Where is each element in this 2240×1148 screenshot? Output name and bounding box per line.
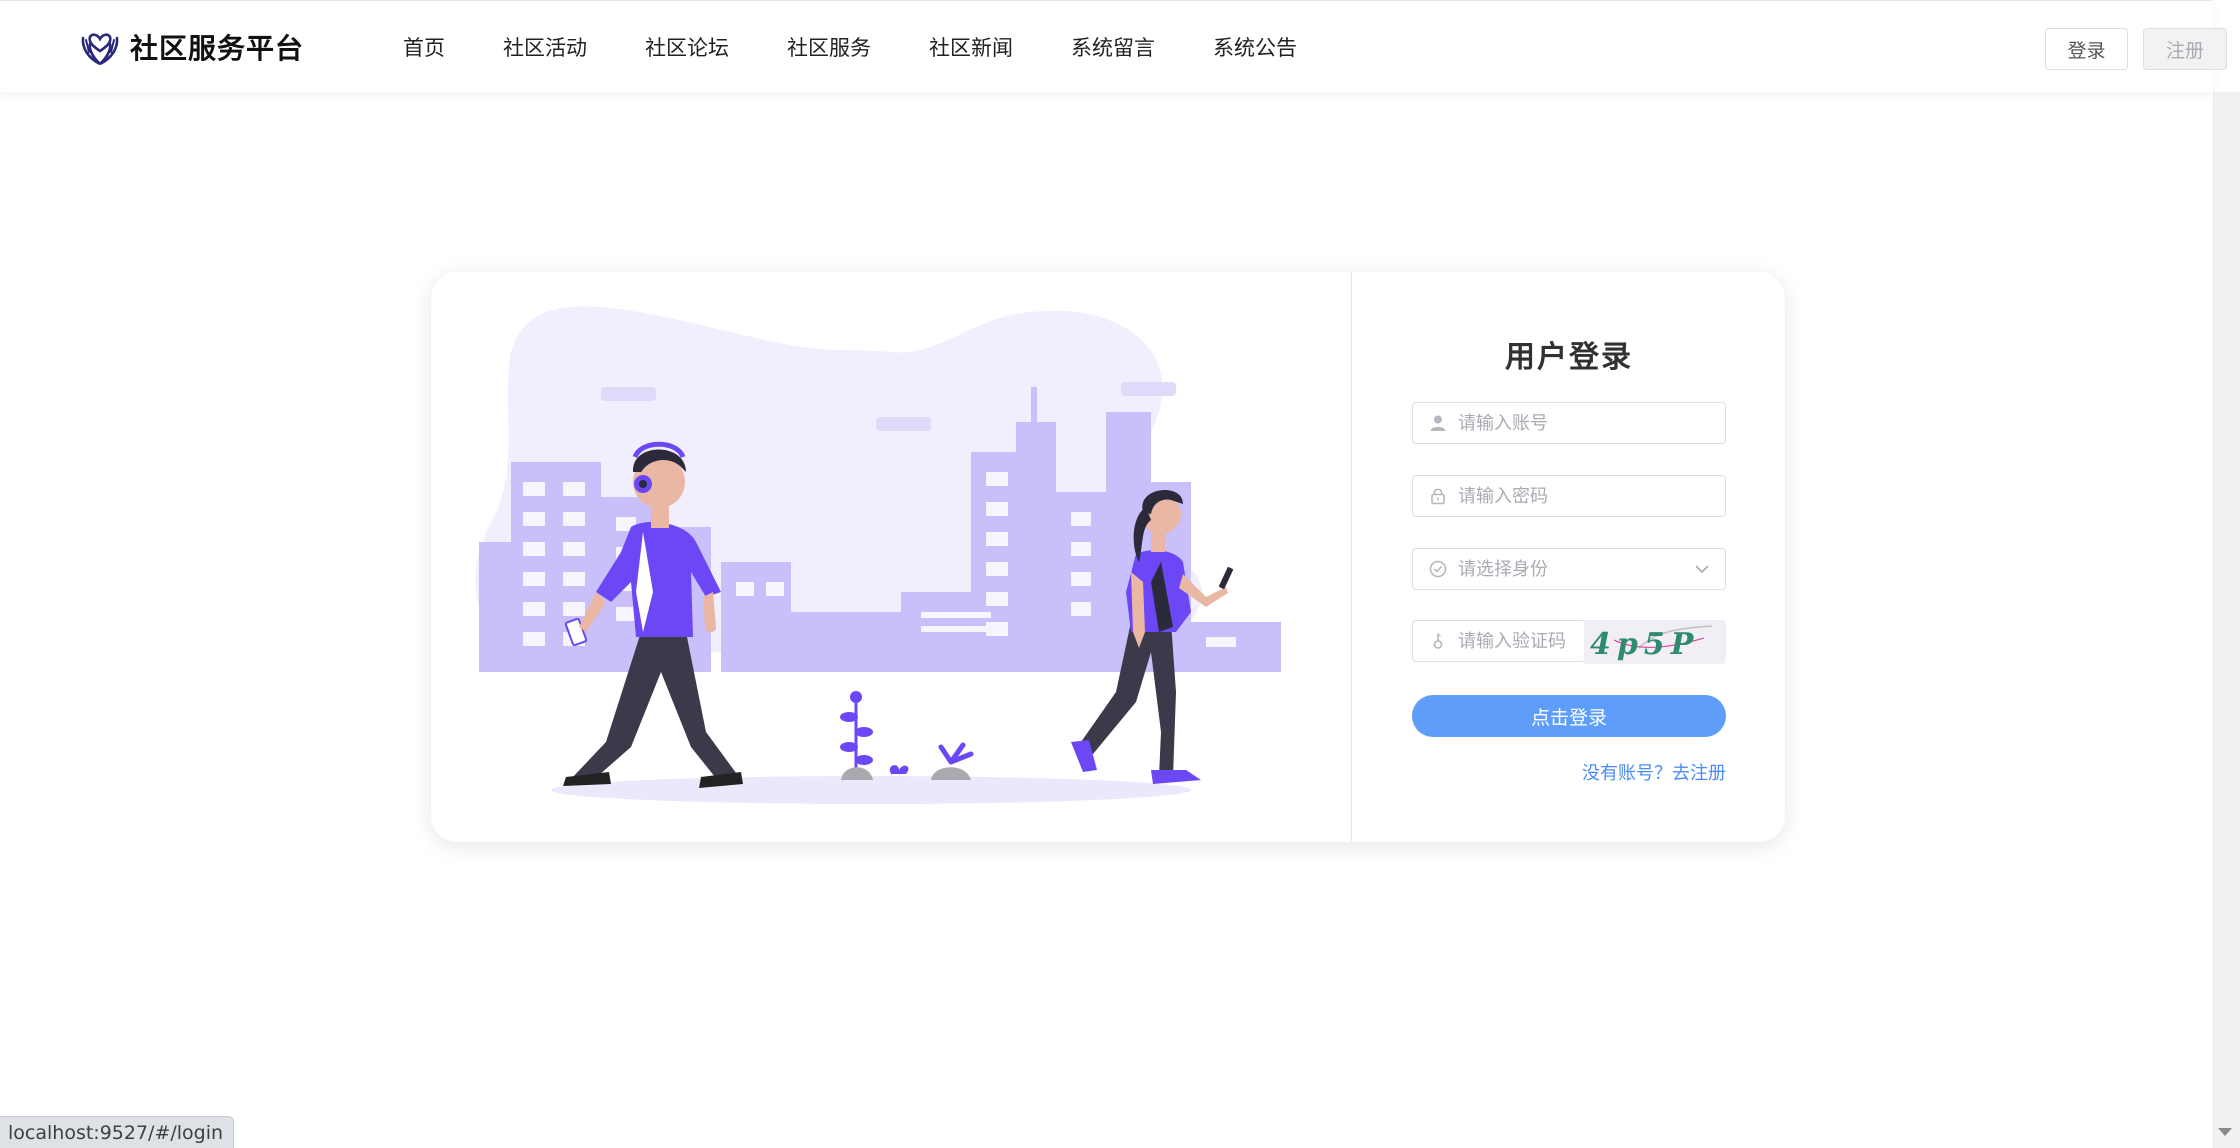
password-input[interactable] bbox=[1458, 485, 1725, 507]
header-register-button[interactable]: 注册 bbox=[2143, 28, 2227, 70]
role-select[interactable] bbox=[1412, 548, 1726, 590]
login-form: 用户登录 请输入账号 请选择身份 请输入验证码 4p5P 点击登录 没有账号？去… bbox=[1412, 272, 1726, 842]
page-scrollbar[interactable] bbox=[2213, 92, 2240, 1148]
top-navbar: 社区服务平台 首页 社区活动 社区论坛 社区服务 社区新闻 系统留言 系统公告 … bbox=[0, 0, 2227, 93]
role-select-input[interactable] bbox=[1458, 558, 1693, 580]
scroll-down-arrow-icon[interactable] bbox=[2218, 1128, 2232, 1136]
key-icon bbox=[1433, 633, 1443, 649]
nav-item-forum[interactable]: 社区论坛 bbox=[645, 32, 729, 62]
main-nav: 首页 社区活动 社区论坛 社区服务 社区新闻 系统留言 系统公告 bbox=[403, 1, 1355, 93]
lock-icon bbox=[1431, 488, 1445, 505]
captcha-image[interactable]: 4p5P bbox=[1584, 620, 1726, 664]
header-login-button[interactable]: 登录 bbox=[2045, 28, 2128, 70]
chevron-down-icon[interactable] bbox=[1693, 560, 1711, 578]
captcha-graphic: 4p5P bbox=[1590, 625, 1713, 662]
captcha-input[interactable] bbox=[1458, 630, 1585, 652]
account-input[interactable] bbox=[1458, 412, 1725, 434]
login-submit-button[interactable]: 点击登录 bbox=[1412, 695, 1726, 737]
circle-check-icon bbox=[1429, 560, 1447, 578]
card-divider bbox=[1351, 272, 1352, 842]
nav-item-activities[interactable]: 社区活动 bbox=[503, 32, 587, 62]
user-icon bbox=[1430, 415, 1446, 431]
password-field[interactable] bbox=[1412, 475, 1726, 517]
nav-item-services[interactable]: 社区服务 bbox=[787, 32, 871, 62]
captcha-field[interactable] bbox=[1412, 620, 1586, 662]
nav-item-news[interactable]: 社区新闻 bbox=[929, 32, 1013, 62]
brand-name: 社区服务平台 bbox=[130, 32, 305, 65]
go-register-link[interactable]: 没有账号？去注册 bbox=[1582, 759, 1726, 785]
login-title: 用户登录 bbox=[1505, 340, 1633, 375]
city-walkers-illustration bbox=[475, 306, 1281, 804]
nav-item-messages[interactable]: 系统留言 bbox=[1071, 32, 1155, 62]
captcha-text: 4p5P bbox=[1590, 627, 1699, 662]
brand[interactable]: 社区服务平台 bbox=[80, 25, 304, 69]
nav-item-home[interactable]: 首页 bbox=[403, 32, 445, 62]
account-field[interactable] bbox=[1412, 402, 1726, 444]
nav-item-announcements[interactable]: 系统公告 bbox=[1213, 32, 1297, 62]
heart-hands-icon bbox=[81, 33, 119, 66]
login-card: 用户登录 请输入账号 请选择身份 请输入验证码 4p5P 点击登录 没有账号？去… bbox=[431, 272, 1785, 842]
status-bar-url: localhost:9527/#/login bbox=[0, 1116, 235, 1148]
